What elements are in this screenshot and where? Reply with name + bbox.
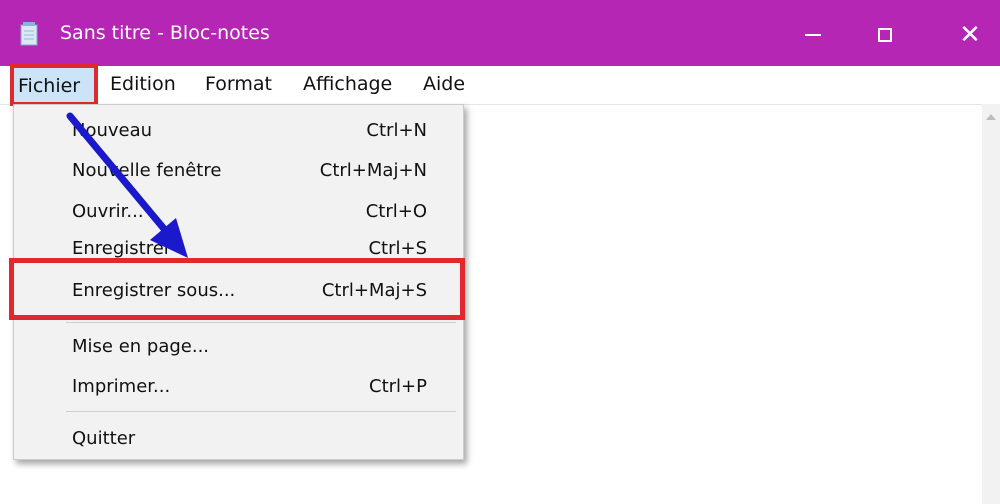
menu-item-label: Nouveau [72, 120, 153, 141]
menu-affichage[interactable]: Affichage [303, 72, 392, 96]
scroll-up-icon[interactable] [986, 114, 996, 120]
menu-item-mise-en-page[interactable]: Mise en page... [14, 327, 463, 367]
menu-item-label: Imprimer... [72, 376, 171, 397]
menu-item-shortcut: Ctrl+P [369, 376, 427, 397]
menu-edition[interactable]: Edition [110, 72, 176, 96]
menu-item-quitter[interactable]: Quitter [14, 419, 463, 459]
menu-item-shortcut: Ctrl+Maj+N [319, 160, 427, 181]
window-title: Sans titre - Bloc-notes [60, 22, 270, 44]
close-icon: ✕ [959, 20, 981, 50]
menu-item-nouveau[interactable]: Nouveau Ctrl+N [14, 111, 463, 151]
close-button[interactable]: ✕ [940, 12, 1000, 58]
minimize-button[interactable] [783, 12, 843, 58]
menu-item-shortcut: Ctrl+N [366, 120, 427, 141]
vertical-scrollbar[interactable] [982, 104, 1000, 504]
maximize-icon [878, 28, 892, 42]
menu-item-label: Quitter [72, 428, 136, 449]
menu-item-label: Nouvelle fenêtre [72, 160, 222, 181]
menu-fichier-label: Fichier [18, 75, 81, 97]
menu-item-label: Ouvrir... [72, 201, 144, 222]
menu-item-imprimer[interactable]: Imprimer... Ctrl+P [14, 367, 463, 407]
minimize-icon [805, 34, 821, 36]
menu-item-label: Mise en page... [72, 336, 210, 357]
menu-bar: Fichier Edition Format Affichage Aide [0, 64, 1000, 106]
maximize-button[interactable] [855, 12, 915, 58]
menu-item-nouvelle-fenetre[interactable]: Nouvelle fenêtre Ctrl+Maj+N [14, 151, 463, 191]
menu-fichier[interactable]: Fichier [10, 64, 98, 106]
highlight-frame [9, 258, 465, 320]
menu-format[interactable]: Format [205, 72, 272, 96]
menu-separator [66, 411, 456, 412]
title-bar: Sans titre - Bloc-notes ✕ [0, 0, 1000, 66]
menu-item-ouvrir[interactable]: Ouvrir... Ctrl+O [14, 192, 463, 232]
menu-item-shortcut: Ctrl+O [365, 201, 427, 222]
notepad-app-icon [20, 22, 38, 46]
menu-aide[interactable]: Aide [423, 72, 465, 96]
menu-separator [66, 322, 456, 323]
